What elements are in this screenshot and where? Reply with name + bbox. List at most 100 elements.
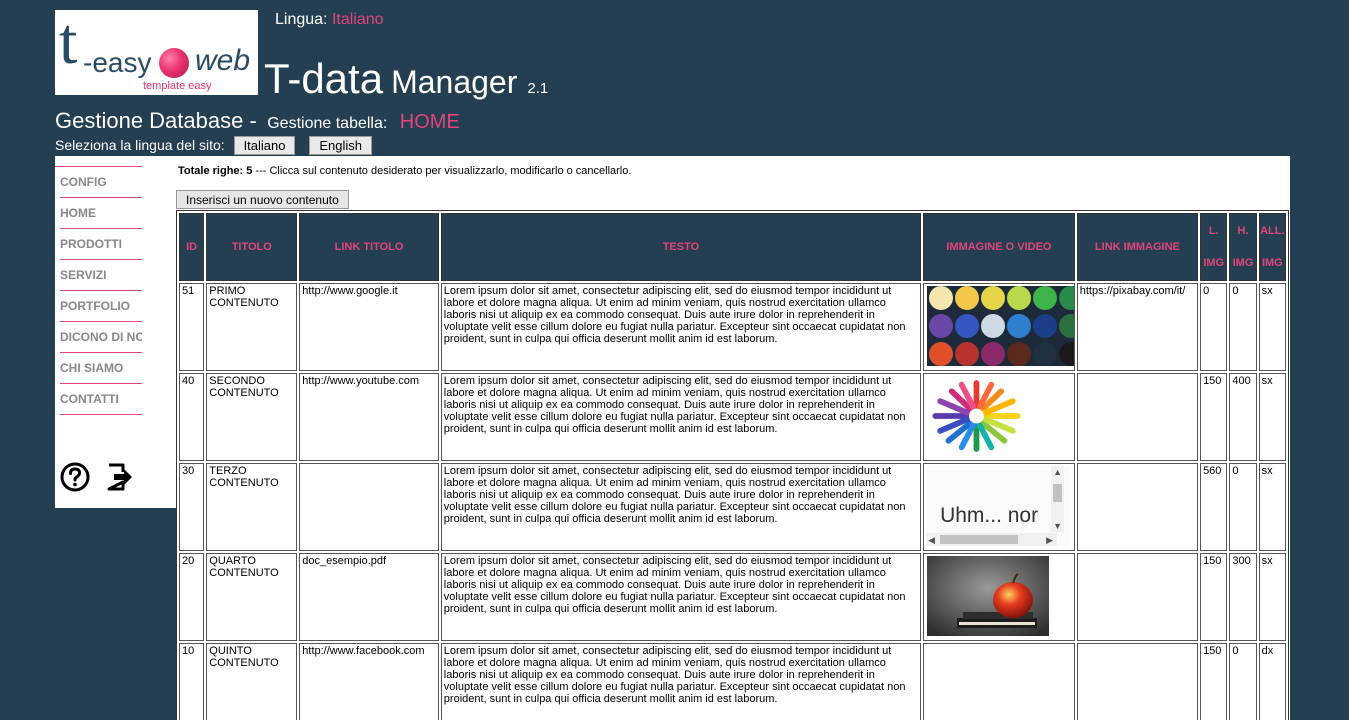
video-vertical-scrollbar[interactable]: ▲ ▼ bbox=[1051, 466, 1065, 532]
sidebar-item-home[interactable]: HOME bbox=[60, 198, 142, 229]
language-label: Lingua: bbox=[275, 11, 328, 28]
cell-l-img[interactable]: 150 bbox=[1200, 373, 1228, 461]
question-circle-icon[interactable] bbox=[60, 462, 90, 492]
total-rows-info: Totale righe: 5 --- Clicca sul contenuto… bbox=[178, 165, 631, 177]
cell-media[interactable] bbox=[923, 553, 1075, 641]
cell-h-img[interactable]: 0 bbox=[1229, 283, 1257, 371]
cell-titolo[interactable]: SECONDO CONTENUTO bbox=[206, 373, 298, 461]
cell-id[interactable]: 20 bbox=[179, 553, 205, 641]
cell-all-img[interactable]: sx bbox=[1258, 283, 1286, 371]
cell-all-img[interactable]: sx bbox=[1258, 553, 1286, 641]
cell-link-immagine[interactable]: https://pixabay.com/it/ bbox=[1076, 283, 1199, 371]
cell-link-titolo[interactable]: http://www.facebook.com bbox=[299, 643, 439, 720]
language-selector: Seleziona la lingua del sito: Italiano E… bbox=[55, 136, 373, 155]
sidebar-item-dicono-di-noi[interactable]: DICONO DI NOI bbox=[60, 322, 142, 353]
scroll-down-icon[interactable]: ▼ bbox=[1053, 520, 1062, 532]
watercolor-paints-image bbox=[927, 286, 1074, 366]
header-all-img-line1: ALL. bbox=[1260, 225, 1285, 237]
english-button[interactable]: English bbox=[309, 136, 373, 155]
sidebar: CONFIG HOME PRODOTTI SERVIZI PORTFOLIO D… bbox=[55, 156, 176, 508]
cell-all-img[interactable]: sx bbox=[1258, 463, 1286, 551]
logo-tagline: template easy bbox=[143, 80, 212, 92]
cell-titolo[interactable]: QUINTO CONTENUTO bbox=[206, 643, 298, 720]
sidebar-item-contatti[interactable]: CONTATTI bbox=[60, 384, 142, 415]
cell-h-img[interactable]: 0 bbox=[1229, 463, 1257, 551]
cell-titolo[interactable]: QUARTO CONTENUTO bbox=[206, 553, 298, 641]
table-row[interactable]: 20 QUARTO CONTENUTO doc_esempio.pdf Lore… bbox=[179, 553, 1286, 641]
cell-all-img[interactable]: sx bbox=[1258, 373, 1286, 461]
sidebar-item-servizi[interactable]: SERVIZI bbox=[60, 260, 142, 291]
total-rows-hint: --- Clicca sul contenuto desiderato per … bbox=[252, 165, 632, 177]
header-link-immagine: LINK IMMAGINE bbox=[1076, 213, 1199, 281]
language-selector-label: Seleziona la lingua del sito: bbox=[55, 137, 225, 153]
table-row[interactable]: 30 TERZO CONTENUTO Lorem ipsum dolor sit… bbox=[179, 463, 1286, 551]
logo-ball-icon bbox=[159, 48, 189, 78]
cell-link-titolo[interactable]: http://www.youtube.com bbox=[299, 373, 439, 461]
logo: t -easy web template easy bbox=[55, 10, 258, 95]
cell-link-titolo[interactable]: doc_esempio.pdf bbox=[299, 553, 439, 641]
table-row[interactable]: 40 SECONDO CONTENUTO http://www.youtube.… bbox=[179, 373, 1286, 461]
cell-h-img[interactable]: 0 bbox=[1229, 643, 1257, 720]
gestione-table: HOME bbox=[399, 111, 460, 133]
header-l-img-line1: L. bbox=[1208, 225, 1219, 237]
sidebar-item-config[interactable]: CONFIG bbox=[60, 167, 142, 198]
table-row[interactable]: 51 PRIMO CONTENUTO http://www.google.it … bbox=[179, 283, 1286, 371]
cell-h-img[interactable]: 300 bbox=[1229, 553, 1257, 641]
gestione-title: Gestione Database - bbox=[55, 108, 257, 133]
video-embed[interactable]: Uhm... nor ▲ ▼ ◀ ▶ bbox=[926, 466, 1071, 546]
cell-link-immagine[interactable] bbox=[1076, 643, 1199, 720]
page-title: Gestione Database - Gestione tabella: HO… bbox=[55, 108, 460, 134]
logo-easy: -easy bbox=[83, 47, 152, 78]
cell-l-img[interactable]: 150 bbox=[1200, 643, 1228, 720]
cell-h-img[interactable]: 400 bbox=[1229, 373, 1257, 461]
vertical-scroll-thumb[interactable] bbox=[1053, 484, 1063, 502]
cell-link-titolo[interactable] bbox=[299, 463, 439, 551]
main-content: Totale righe: 5 --- Clicca sul contenuto… bbox=[176, 156, 1290, 720]
gestione-label: Gestione tabella: bbox=[267, 115, 388, 132]
horizontal-scroll-thumb[interactable] bbox=[940, 535, 1019, 544]
scroll-right-icon[interactable]: ▶ bbox=[1046, 534, 1053, 546]
sidebar-item-prodotti[interactable]: PRODOTTI bbox=[60, 229, 142, 260]
header-l-img-line2: IMG bbox=[1203, 257, 1225, 269]
video-horizontal-scrollbar[interactable]: ◀ ▶ bbox=[926, 533, 1058, 546]
cell-link-immagine[interactable] bbox=[1076, 553, 1199, 641]
cell-testo[interactable]: Lorem ipsum dolor sit amet, consectetur … bbox=[440, 283, 922, 371]
cell-l-img[interactable]: 150 bbox=[1200, 553, 1228, 641]
cell-all-img[interactable]: dx bbox=[1258, 643, 1286, 720]
cell-media[interactable]: Uhm... nor ▲ ▼ ◀ ▶ bbox=[923, 463, 1075, 551]
cell-testo[interactable]: Lorem ipsum dolor sit amet, consectetur … bbox=[440, 373, 922, 461]
cell-titolo[interactable]: TERZO CONTENUTO bbox=[206, 463, 298, 551]
header-link-titolo: LINK TITOLO bbox=[299, 213, 439, 281]
language-indicator: Lingua: Italiano bbox=[275, 11, 384, 29]
total-rows-label: Totale righe: 5 bbox=[178, 165, 253, 177]
cell-media[interactable] bbox=[923, 283, 1075, 371]
cell-link-immagine[interactable] bbox=[1076, 373, 1199, 461]
cell-media[interactable] bbox=[923, 373, 1075, 461]
header-h-img: H. IMG bbox=[1229, 213, 1257, 281]
header-immagine-video: IMMAGINE O VIDEO bbox=[923, 213, 1075, 281]
cell-testo[interactable]: Lorem ipsum dolor sit amet, consectetur … bbox=[440, 553, 922, 641]
cell-testo[interactable]: Lorem ipsum dolor sit amet, consectetur … bbox=[440, 643, 922, 720]
cell-id[interactable]: 51 bbox=[179, 283, 205, 371]
cell-id[interactable]: 40 bbox=[179, 373, 205, 461]
cell-titolo[interactable]: PRIMO CONTENUTO bbox=[206, 283, 298, 371]
sign-out-icon[interactable] bbox=[105, 462, 135, 492]
scroll-left-icon[interactable]: ◀ bbox=[928, 534, 935, 546]
header-h-img-line2: IMG bbox=[1232, 257, 1254, 269]
cell-l-img[interactable]: 560 bbox=[1200, 463, 1228, 551]
cell-id[interactable]: 30 bbox=[179, 463, 205, 551]
cell-testo[interactable]: Lorem ipsum dolor sit amet, consectetur … bbox=[440, 463, 922, 551]
header-testo: TESTO bbox=[440, 213, 922, 281]
sidebar-item-portfolio[interactable]: PORTFOLIO bbox=[60, 291, 142, 322]
cell-id[interactable]: 10 bbox=[179, 643, 205, 720]
cell-link-titolo[interactable]: http://www.google.it bbox=[299, 283, 439, 371]
sidebar-item-chi-siamo[interactable]: CHI SIAMO bbox=[60, 353, 142, 384]
scroll-up-icon[interactable]: ▲ bbox=[1053, 466, 1062, 478]
table-row[interactable]: 10 QUINTO CONTENUTO http://www.facebook.… bbox=[179, 643, 1286, 720]
cell-link-immagine[interactable] bbox=[1076, 463, 1199, 551]
cell-l-img[interactable]: 0 bbox=[1200, 283, 1228, 371]
italiano-button[interactable]: Italiano bbox=[233, 136, 296, 155]
logo-t: t bbox=[59, 10, 78, 78]
new-content-button[interactable]: Inserisci un nuovo contenuto bbox=[176, 190, 349, 209]
cell-media[interactable] bbox=[923, 643, 1075, 720]
